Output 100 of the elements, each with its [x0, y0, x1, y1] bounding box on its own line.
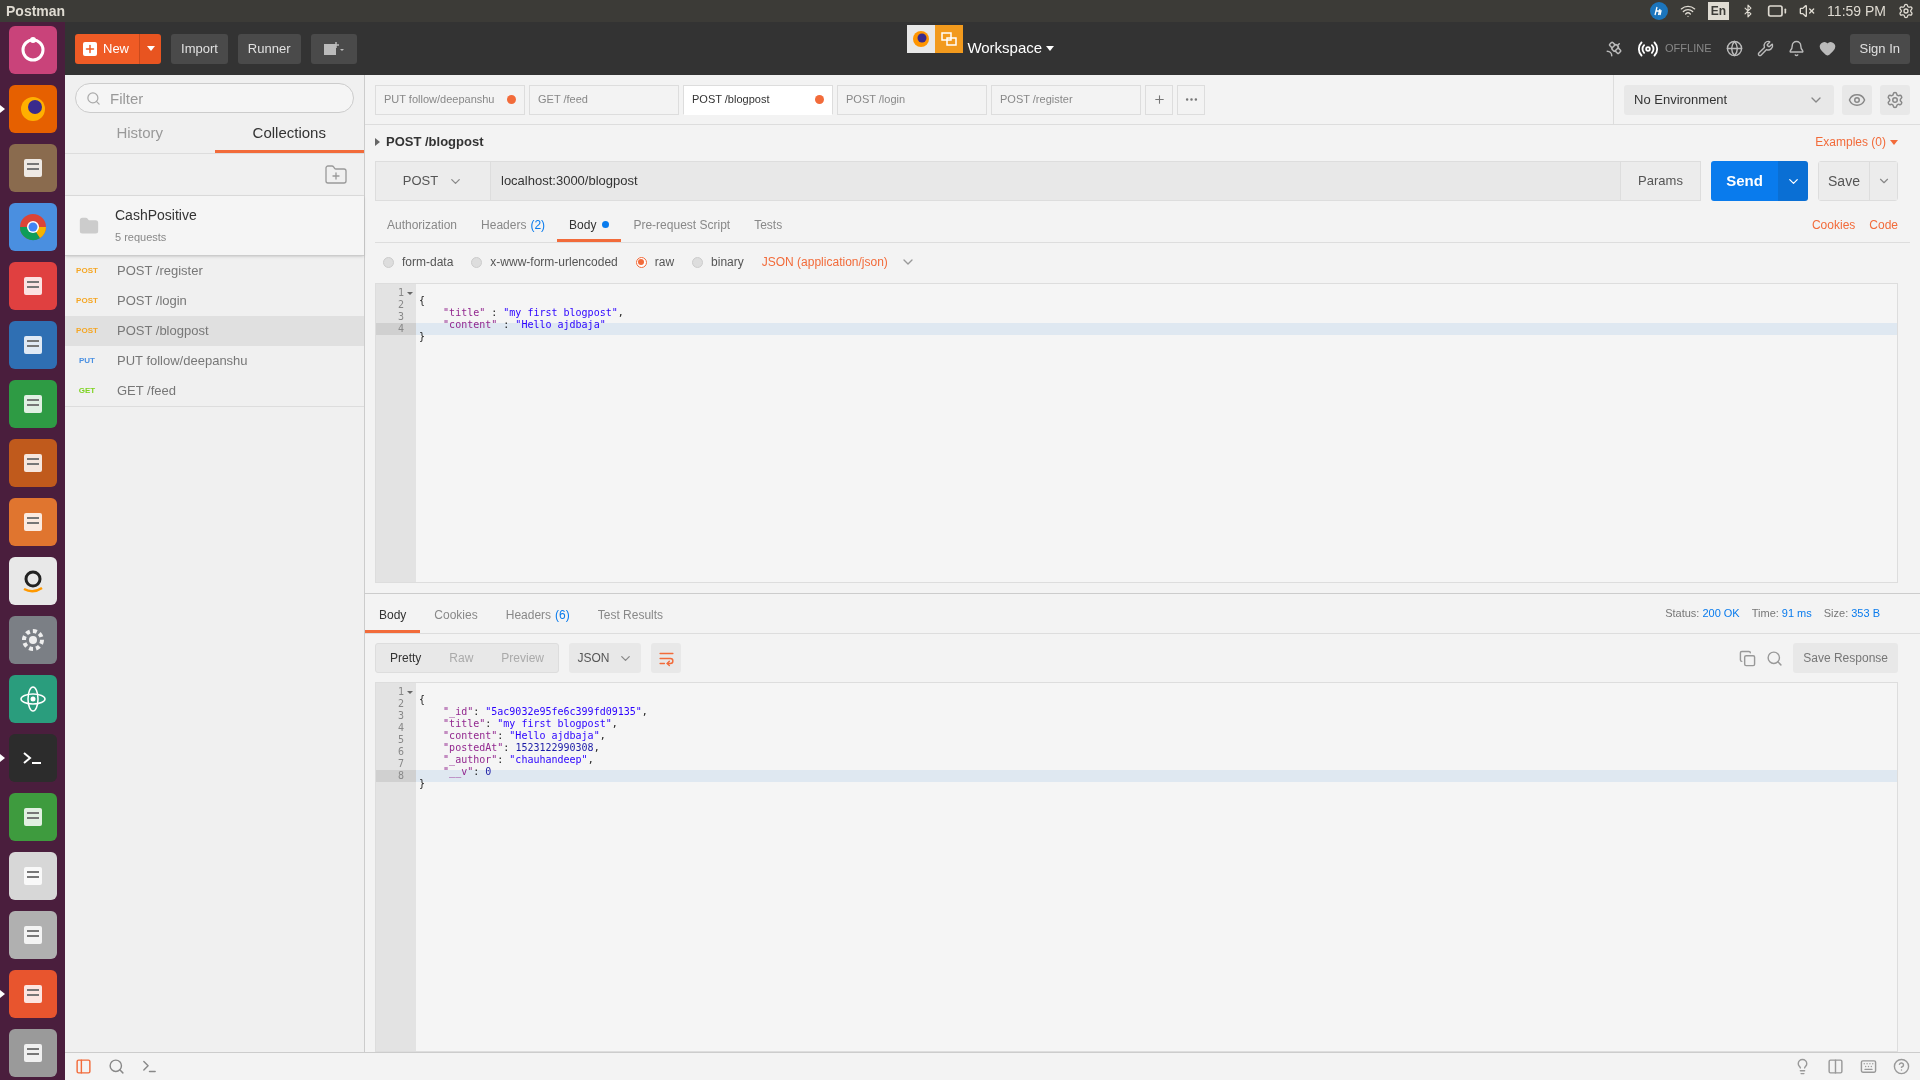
request-tab[interactable]: POST /blogpost [683, 84, 833, 115]
save-button[interactable]: Save [1819, 162, 1869, 200]
tab-label: POST /login [846, 92, 906, 108]
settings-icon [1886, 90, 1904, 109]
response-tab[interactable]: Test Results [583, 599, 678, 633]
request-subtab[interactable]: Body [557, 210, 622, 242]
gear-icon[interactable] [8, 616, 57, 664]
sign-in-button[interactable]: Sign In [1849, 33, 1910, 64]
tab-label: Body [379, 606, 407, 624]
tab-label: Test Results [597, 606, 664, 624]
response-tab[interactable]: Headers (6) [491, 599, 584, 633]
eye-button[interactable] [1842, 84, 1872, 115]
code-line: "__v": 0 [442, 766, 492, 777]
line-number: 2 [397, 299, 404, 311]
code-line: "title": "my first blogpost", [442, 718, 618, 729]
caret-icon [146, 46, 155, 51]
request-subtab[interactable]: Tests [742, 210, 795, 242]
new-window-icon [322, 40, 345, 57]
globe-icon[interactable] [1725, 40, 1743, 57]
body-mode-radio[interactable]: form-data [383, 253, 454, 271]
request-tab[interactable]: POST /login [837, 84, 987, 115]
request-item[interactable]: PUT PUT follow/deepanshu [65, 346, 364, 376]
header-link[interactable]: Code [1869, 216, 1898, 234]
response-tab[interactable]: Body [365, 599, 421, 633]
body-mode-radio[interactable]: binary [692, 253, 744, 271]
code-editor[interactable]: 1 2 3 4 { "title" : "my first blogpost", "content" : "Hello ajdbaja" } [375, 283, 1898, 583]
tab-label: POST /register [1000, 92, 1073, 108]
body-mode-radio[interactable]: x-www-form-urlencoded [471, 253, 618, 271]
request-item[interactable]: POST POST /blogpost [65, 316, 364, 346]
method-label: POST [75, 325, 99, 337]
request-tab[interactable]: POST /register [991, 84, 1141, 115]
browser-icon[interactable] [907, 24, 936, 53]
console-icon[interactable] [141, 1058, 158, 1075]
hp-logo-icon[interactable] [1649, 2, 1668, 20]
response-tab[interactable]: Cookies [420, 599, 492, 633]
request-item[interactable]: POST POST /register [65, 256, 364, 286]
runner-button[interactable]: Runner [237, 33, 301, 64]
keyboard-layout[interactable]: En [1707, 2, 1730, 20]
import-button[interactable]: Import [171, 33, 228, 64]
request-subtab[interactable]: Pre-request Script [621, 210, 743, 242]
status-label: Status: [1665, 605, 1700, 621]
workspace-selector[interactable]: Workspace [967, 37, 1055, 60]
send-button[interactable]: Send [1711, 161, 1778, 201]
request-tab[interactable]: GET /feed [529, 84, 679, 115]
bell-icon[interactable] [1787, 40, 1805, 57]
request-title[interactable]: POST /blogpost [375, 132, 484, 152]
body-mode-radio[interactable]: raw [635, 253, 675, 271]
heart-icon[interactable] [1818, 40, 1836, 57]
request-subtab[interactable]: Authorization [375, 210, 470, 242]
code-editor[interactable]: 1 2 3 4 5 6 7 8 { "_id": "5ac9032e95fe6c399fd09135", "title": "my first blogpost", "content": "Hello ajdbaja", "postedAt": 1523122990308, "_author": "chauhandeep", "__v": 0 } [375, 682, 1898, 1052]
format-dropdown[interactable]: JSON [569, 643, 642, 673]
satellite-icon[interactable] [1605, 39, 1624, 58]
request-name: POST /login [117, 292, 187, 311]
line-number: 7 [397, 758, 404, 770]
keyboard-icon[interactable] [1860, 1058, 1877, 1075]
environment-dropdown[interactable]: No Environment [1624, 84, 1834, 115]
atom-icon[interactable] [8, 675, 57, 723]
sidebar-toggle-icon[interactable] [75, 1058, 92, 1075]
settings-icon[interactable] [1898, 3, 1914, 19]
sidebar-tab[interactable]: History [65, 117, 215, 153]
line-number: 5 [397, 734, 404, 746]
line-number: 4 [397, 323, 404, 335]
new-window-button[interactable] [310, 33, 357, 64]
browser-icon[interactable] [8, 203, 57, 251]
settings-button[interactable] [1880, 84, 1910, 115]
time-label: Time: [1751, 605, 1779, 621]
copy-icon[interactable] [1739, 649, 1757, 667]
header-link[interactable]: Cookies [1811, 216, 1856, 234]
wrench-icon[interactable] [1756, 40, 1774, 57]
save-response-button[interactable]: Save Response [1793, 643, 1898, 673]
wrap-button[interactable] [651, 643, 682, 673]
filter-field[interactable]: Filter [75, 83, 354, 113]
browser-icon[interactable] [8, 85, 57, 133]
examples-link[interactable]: Examples (0) [1815, 133, 1898, 151]
help-icon[interactable] [1893, 1058, 1910, 1075]
request-subtab[interactable]: Headers (2) [469, 210, 558, 242]
two-pane-icon[interactable] [1827, 1058, 1844, 1075]
clock[interactable]: 11:59 PM [1827, 0, 1886, 22]
content-type-dropdown[interactable]: JSON (application/json) [761, 253, 916, 271]
time-value: 91 ms [1781, 605, 1812, 621]
dropdown-button[interactable] [139, 33, 161, 64]
request-tab[interactable]: PUT follow/deepanshu [375, 84, 525, 115]
terminal-icon[interactable] [8, 734, 57, 782]
tab-label: POST /blogpost [692, 92, 770, 108]
code-line: "content" : "Hello ajdbaja" [442, 319, 606, 330]
mute-icon[interactable] [1799, 3, 1816, 19]
request-name: PUT follow/deepanshu [117, 352, 248, 371]
new-button[interactable]: New [75, 33, 139, 64]
request-item[interactable]: POST POST /login [65, 286, 364, 316]
request-name: POST /blogpost [117, 322, 209, 341]
search-icon[interactable] [108, 1058, 125, 1075]
search-icon[interactable] [1766, 649, 1784, 667]
request-item[interactable]: GET GET /feed [65, 376, 364, 406]
view-mode-button[interactable]: Pretty [376, 644, 436, 672]
wifi-icon[interactable] [1679, 3, 1696, 19]
ubuntu-logo-icon[interactable] [8, 26, 57, 74]
sidebar-tab[interactable]: Collections [214, 117, 364, 153]
method-label: PUT [78, 355, 96, 367]
collection-item[interactable]: CashPositive 5 requests [65, 196, 364, 256]
window-switch-icon[interactable] [935, 24, 964, 53]
